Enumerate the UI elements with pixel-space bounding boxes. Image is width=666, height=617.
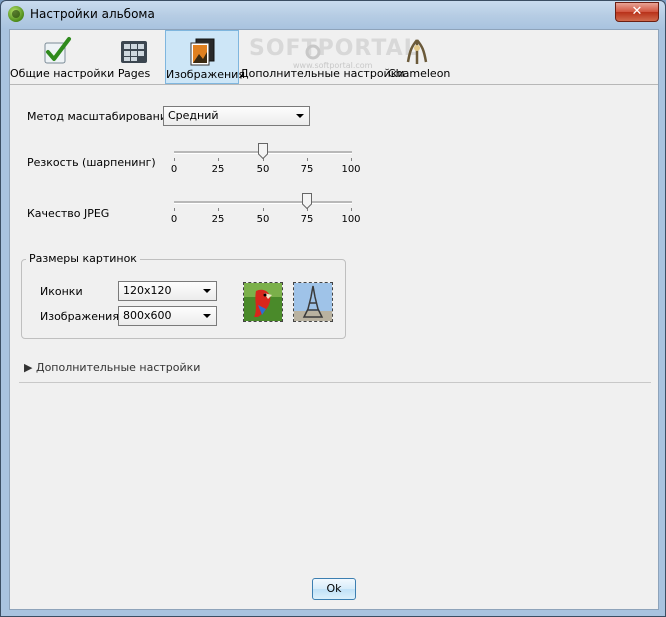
toolbar-divider: [10, 84, 658, 85]
tick-label: 75: [300, 164, 314, 175]
ok-button[interactable]: Ok: [312, 578, 356, 600]
tick-label: 0: [170, 164, 178, 175]
tab-advanced-label: Дополнительные настройки: [240, 67, 405, 80]
tick-label: 100: [341, 214, 361, 225]
sharpening-label: Резкость (шарпенинг): [27, 156, 156, 169]
tick-label: 0: [170, 214, 178, 225]
title-bar[interactable]: Настройки альбома ✕: [1, 1, 665, 29]
eiffel-thumbnail-icon[interactable]: [293, 282, 333, 322]
tab-toolbar: SOFTPORTAL www.softportal.com Общие наст…: [10, 30, 658, 84]
sharpening-slider[interactable]: 0 25 50 75 100: [170, 143, 361, 179]
tab-general[interactable]: Общие настройки: [10, 30, 115, 82]
chameleon-icon: [406, 39, 428, 64]
scaling-label: Метод масштабирования: [27, 110, 174, 123]
tab-general-label: Общие настройки: [10, 67, 115, 80]
chevron-down-icon: [203, 289, 211, 293]
tick-label: 75: [300, 214, 314, 225]
checkmark-icon: [44, 37, 71, 64]
tab-pages-label: Pages: [117, 67, 151, 80]
parrot-thumbnail-icon[interactable]: [243, 282, 283, 322]
icons-size-select[interactable]: 120x120: [118, 281, 217, 301]
tick-label: 50: [256, 164, 270, 175]
pages-grid-icon: [121, 41, 147, 63]
tab-chameleon[interactable]: Chameleon: [388, 30, 451, 82]
images-size-value: 800x600: [123, 309, 172, 322]
slider-thumb[interactable]: [301, 193, 312, 209]
tab-advanced[interactable]: Дополнительные настройки: [240, 30, 405, 82]
slider-tick: [351, 208, 352, 211]
album-settings-window: Настройки альбома ✕ SOFTPORTAL www.softp…: [0, 0, 666, 617]
tick-label: 25: [211, 214, 225, 225]
window-title: Настройки альбома: [30, 7, 155, 21]
image-sizes-title: Размеры картинок: [26, 252, 140, 265]
slider-tick: [307, 158, 308, 161]
expand-arrow-icon: ▶: [24, 361, 33, 374]
close-button[interactable]: ✕: [615, 2, 659, 22]
slider-tick: [263, 208, 264, 211]
chevron-down-icon: [296, 114, 304, 118]
jpeg-quality-slider[interactable]: 0 25 50 75 100: [170, 193, 361, 229]
scaling-select[interactable]: Средний: [163, 106, 310, 126]
tick-label: 50: [256, 214, 270, 225]
slider-tick: [218, 208, 219, 211]
slider-tick: [351, 158, 352, 161]
section-divider: [19, 382, 651, 383]
tab-images[interactable]: Изображения: [165, 30, 245, 84]
slider-tick: [174, 208, 175, 211]
scaling-value: Средний: [168, 109, 219, 122]
advanced-expander[interactable]: ▶ Дополнительные настройки: [24, 361, 200, 374]
icons-size-label: Иконки: [40, 285, 83, 298]
icons-size-value: 120x120: [123, 284, 172, 297]
advanced-expander-label: Дополнительные настройки: [35, 361, 201, 374]
settings-icon: [305, 44, 321, 60]
tab-chameleon-label: Chameleon: [388, 67, 451, 80]
chevron-down-icon: [203, 314, 211, 318]
jpeg-quality-label: Качество JPEG: [27, 207, 110, 220]
tick-label: 100: [341, 164, 361, 175]
app-frog-icon: [8, 6, 24, 22]
images-size-label: Изображения: [40, 310, 119, 323]
slider-thumb[interactable]: [257, 143, 268, 159]
tab-images-label: Изображения: [166, 68, 245, 81]
slider-track: [174, 201, 352, 204]
tick-label: 25: [211, 164, 225, 175]
images-icon: [190, 38, 215, 66]
images-size-select[interactable]: 800x600: [118, 306, 217, 326]
slider-tick: [218, 158, 219, 161]
tab-pages[interactable]: Pages: [106, 30, 162, 82]
slider-tick: [174, 158, 175, 161]
dialog-client: SOFTPORTAL www.softportal.com Общие наст…: [9, 29, 659, 610]
